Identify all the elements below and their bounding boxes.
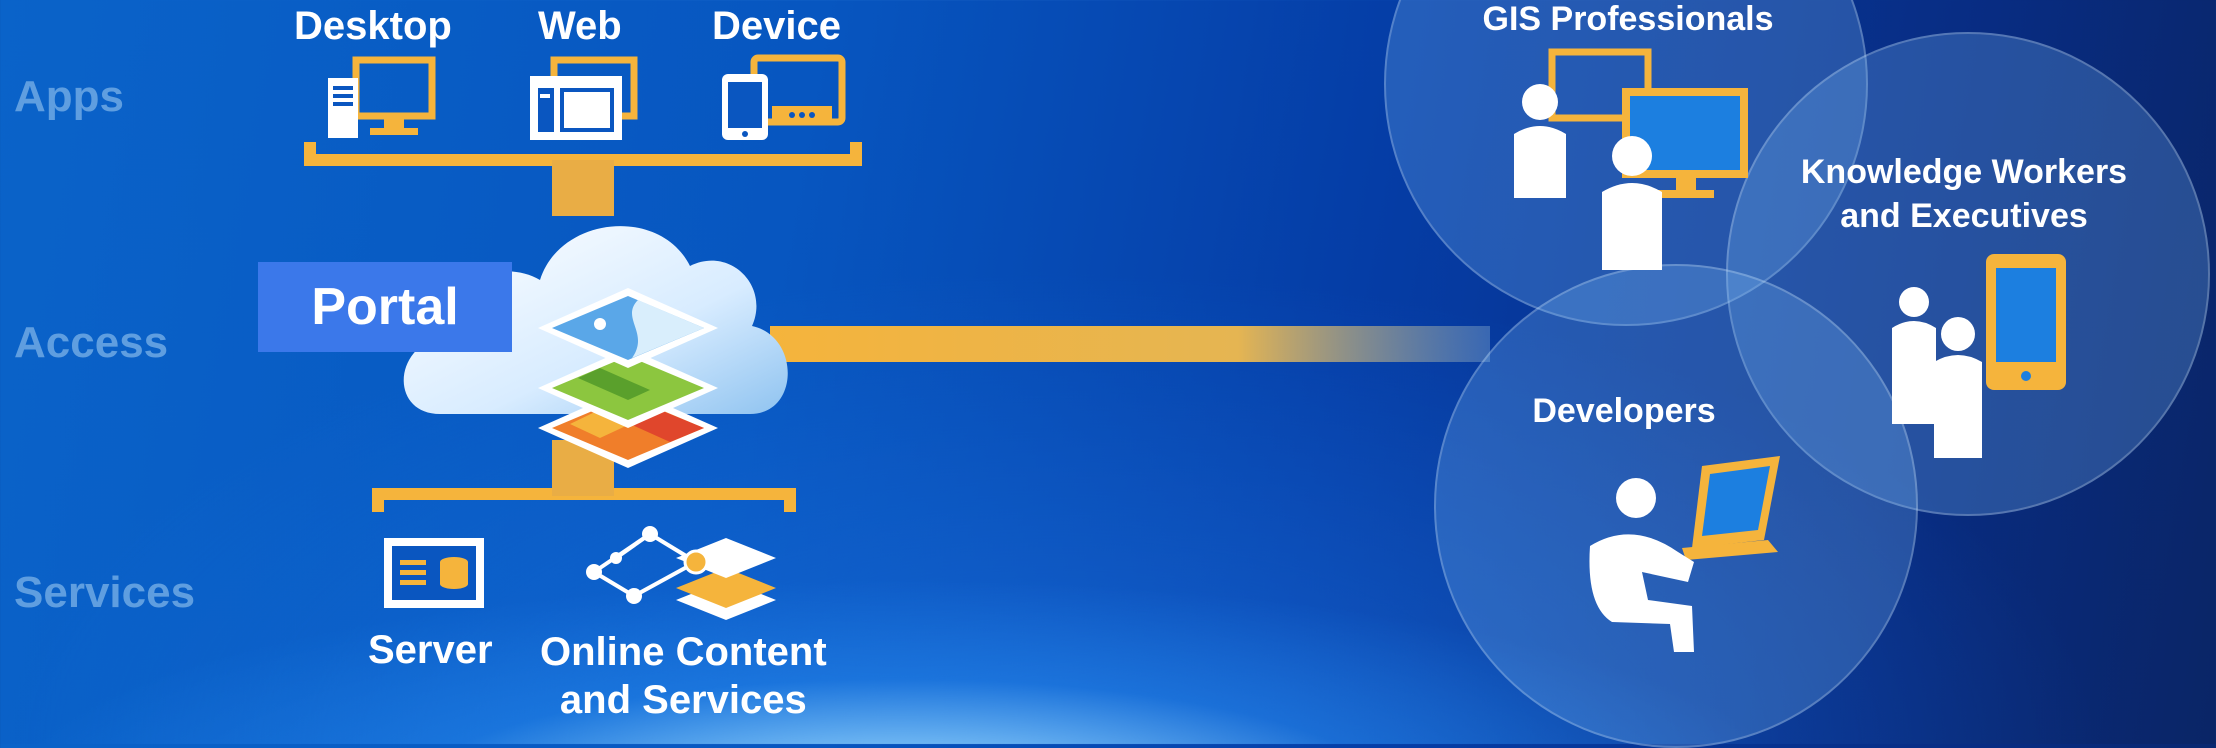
online-content-icon <box>586 526 776 620</box>
gis-professionals-icon <box>1514 48 1748 270</box>
developers-icon <box>1589 456 1780 652</box>
knowledge-workers-label-line2: and Executives <box>1840 197 2088 235</box>
developers-label: Developers <box>1532 392 1716 430</box>
online-content-label-line2: and Services <box>559 678 807 722</box>
apps-bracket <box>304 142 862 166</box>
online-content-label-line1: Online Content <box>540 630 827 674</box>
server-icon <box>384 538 484 608</box>
web-icon <box>530 56 638 140</box>
knowledge-workers-label-line1: Knowledge Workers <box>1800 153 2128 191</box>
app-label-desktop: Desktop <box>294 4 452 48</box>
knowledge-workers-label: Knowledge Workers and Executives <box>1764 150 2164 238</box>
gis-professionals-label: GIS Professionals <box>1482 0 1774 38</box>
desktop-icon <box>328 56 436 138</box>
portal-label: Portal <box>258 262 512 352</box>
map-layers-icon <box>538 288 718 468</box>
device-icon <box>722 54 846 140</box>
server-label: Server <box>368 628 493 672</box>
app-label-device: Device <box>712 4 841 48</box>
services-bracket <box>372 488 796 512</box>
knowledge-workers-icon <box>1892 254 2066 458</box>
app-label-web: Web <box>538 4 622 48</box>
portal-to-users-bar <box>770 326 1490 362</box>
online-content-label: Online Content and Services <box>540 628 827 724</box>
